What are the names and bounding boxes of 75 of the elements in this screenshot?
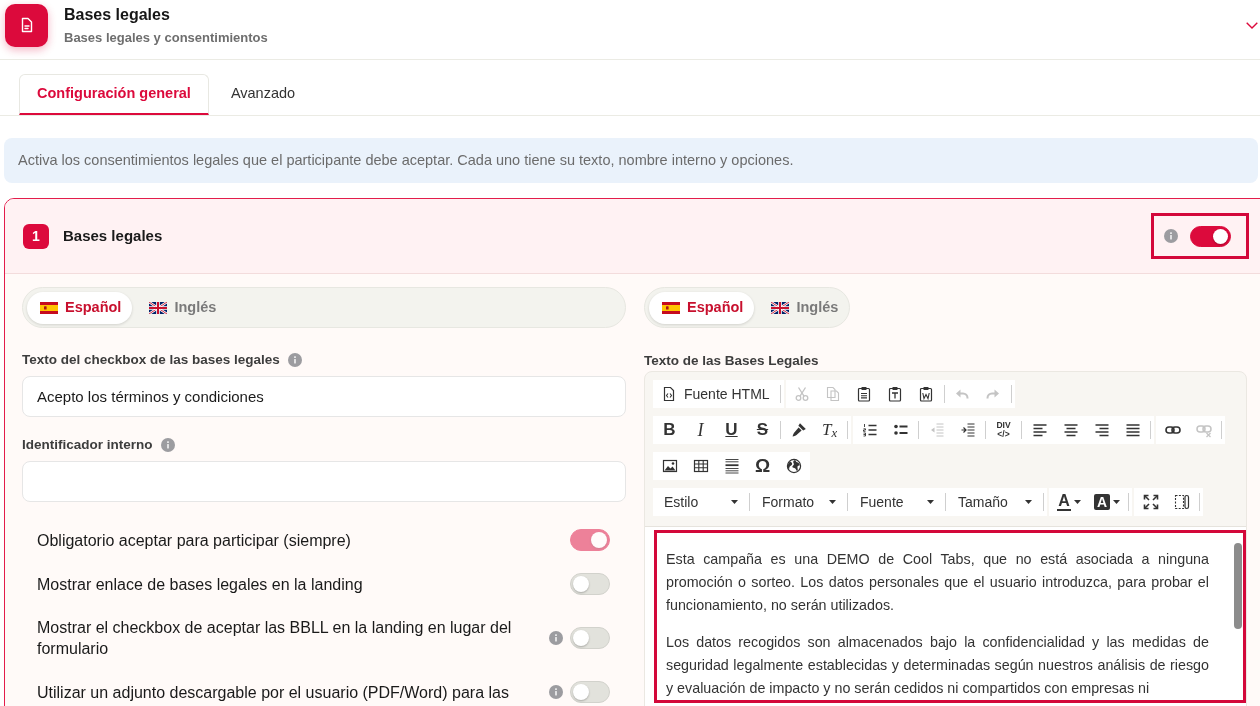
clipboard-icon — [856, 386, 873, 402]
field-label: Texto del checkbox de las bases legales — [22, 350, 280, 369]
option-label: Mostrar el checkbox de aceptar las BBLL en la landing en lugar del formulario — [37, 618, 513, 659]
spain-flag-icon — [40, 301, 58, 314]
dropdown[interactable]: Formato — [752, 488, 845, 516]
tab[interactable]: Configuración general — [19, 74, 209, 115]
info-icon[interactable] — [549, 685, 563, 699]
header-subtitle: Bases legales y consentimientos — [64, 28, 268, 46]
code-file-icon — [661, 386, 677, 402]
info-icon[interactable] — [160, 438, 175, 452]
card-title: Bases legales — [63, 225, 163, 246]
underline-button[interactable]: U — [716, 416, 747, 444]
language-tab[interactable]: Español — [27, 291, 133, 324]
language-tab[interactable]: Inglés — [758, 291, 850, 324]
scrollbar-thumb[interactable] — [1234, 543, 1242, 629]
text-color-button[interactable]: A — [1050, 488, 1088, 516]
caret-icon — [1025, 500, 1032, 504]
dropdown[interactable]: Fuente — [850, 488, 943, 516]
caret-icon — [731, 500, 738, 504]
field-label: Identificador interno — [22, 435, 153, 454]
horizontal-lines-icon — [723, 458, 740, 474]
indent-icon — [959, 422, 976, 438]
document-icon — [5, 3, 48, 47]
remove-format-button[interactable]: T$_{x}$ — [814, 416, 845, 444]
bold-button[interactable]: B — [654, 416, 685, 444]
uk-flag-icon — [149, 301, 168, 314]
justify-icon — [1124, 422, 1141, 438]
scissors-icon — [794, 386, 811, 402]
text-field[interactable]: Acepto los términos y condiciones — [22, 376, 626, 417]
clipboard-icon — [887, 386, 904, 402]
info-icon[interactable] — [287, 353, 302, 367]
editor-paragraph: Los datos recogidos son almacenados bajo la confidencialidad y las medidas de seguridad legalmente establecidas y determinadas según nuestros análisis de riesgo y evaluación de impacto y no serán cedidos ni compartidos con empresas ni — [666, 633, 1209, 698]
number-badge: 1 — [23, 223, 49, 249]
source-button[interactable]: Fuente HTML — [654, 380, 778, 408]
div-block-button[interactable]: DIV </> — [988, 416, 1019, 444]
editor-label: Texto de las Bases Legales — [644, 352, 820, 369]
align-right-icon — [1093, 422, 1110, 438]
blocks-icon — [1173, 494, 1190, 510]
info-text: Activa los consentimientos legales que el participante debe aceptar. Cada uno tiene su texto, nombre interno y opciones. — [18, 150, 794, 170]
numbered-list-icon — [861, 422, 878, 438]
special-character-button[interactable]: Ω — [747, 452, 778, 480]
image-icon — [661, 458, 678, 474]
header-title: Bases legales — [64, 4, 171, 25]
unlink-icon — [1195, 422, 1212, 438]
toggle-switch[interactable] — [1190, 225, 1231, 247]
caret-icon — [829, 500, 836, 504]
option-label: Utilizar un adjunto descargable por el usuario (PDF/Word) para las — [37, 682, 509, 703]
dropdown[interactable]: Estilo — [654, 488, 747, 516]
italic-button[interactable]: I — [685, 416, 716, 444]
caret-icon — [1073, 500, 1081, 504]
globe-icon — [785, 458, 802, 474]
bulleted-list-icon — [892, 422, 909, 438]
language-tab[interactable]: Español — [649, 291, 755, 324]
option-label: Obligatorio aceptar para participar (siempre) — [37, 530, 351, 551]
caret-icon — [927, 500, 934, 504]
background-color-button[interactable]: A — [1088, 488, 1126, 516]
info-icon[interactable] — [549, 631, 563, 645]
option-label: Mostrar enlace de bases legales en la landing — [37, 574, 363, 595]
align-left-icon — [1031, 422, 1048, 438]
expand-icon — [1142, 494, 1159, 510]
spain-flag-icon — [662, 301, 680, 314]
align-center-icon — [1062, 422, 1079, 438]
tab[interactable]: Avanzado — [208, 74, 318, 115]
paintbrush-icon — [790, 422, 807, 438]
chevron-down-icon[interactable] — [1246, 21, 1258, 29]
clipboard-icon — [918, 386, 935, 402]
dropdown[interactable]: Tamaño — [948, 488, 1041, 516]
table-icon — [692, 458, 709, 474]
language-tab[interactable]: Inglés — [136, 291, 228, 324]
copy-icon — [825, 386, 842, 402]
strikethrough-button[interactable]: S — [747, 416, 778, 444]
text-field[interactable] — [22, 461, 626, 502]
uk-flag-icon — [771, 301, 790, 314]
caret-icon — [1113, 500, 1121, 504]
editor-paragraph: Esta campaña es una DEMO de Cool Tabs, que no está asociada a ninguna promoción o sorteo. Los datos personales que el usuario introduzca, para probar el funcionamiento, no serán utilizados. — [666, 550, 1209, 615]
